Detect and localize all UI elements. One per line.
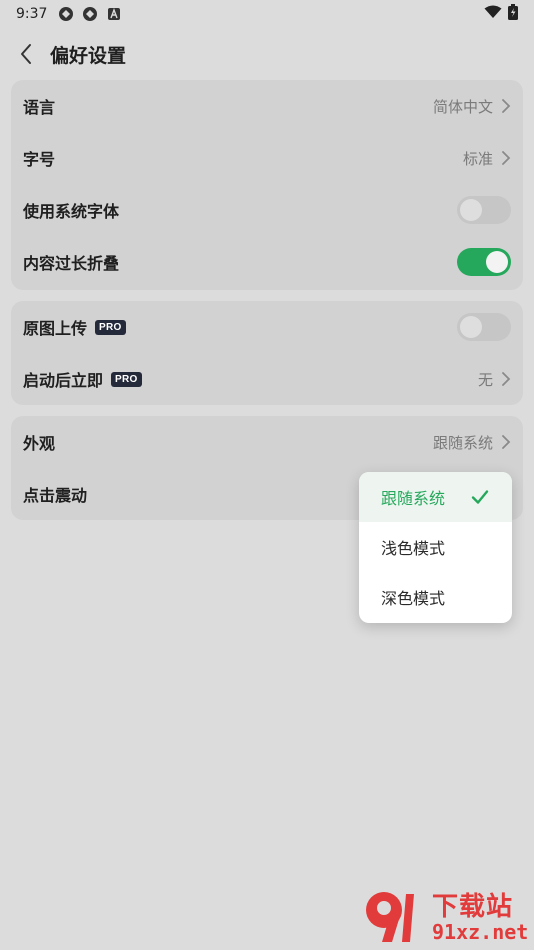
watermark: 下载站 91xz.net (362, 880, 534, 950)
system-font-label: 使用系统字体 (23, 202, 120, 221)
back-button[interactable] (14, 42, 38, 66)
watermark-url: 91xz.net (432, 920, 529, 944)
status-right-icons (484, 4, 518, 24)
check-icon (471, 490, 489, 504)
status-bar: 9:37 (0, 0, 534, 28)
app-icon (57, 5, 75, 23)
launch-after-value-wrap: 无 (478, 369, 511, 390)
app-header: 偏好设置 (0, 32, 534, 76)
launch-after-row[interactable]: 启动后立即 PRO 无 (11, 353, 523, 405)
toggle-knob (460, 316, 482, 338)
option-label: 浅色模式 (381, 539, 446, 558)
appearance-option-follow-system[interactable]: 跟随系统 (359, 472, 512, 522)
font-size-value: 标准 (462, 149, 493, 168)
chevron-right-icon (502, 99, 511, 113)
watermark-brand: 下载站 (432, 892, 514, 922)
appearance-menu: 跟随系统 浅色模式 深色模式 (359, 472, 512, 623)
font-size-label: 字号 (23, 150, 56, 169)
appearance-value-wrap: 跟随系统 (433, 432, 511, 453)
status-time: 9:37 (16, 6, 48, 22)
original-upload-row: 原图上传 PRO (11, 301, 523, 353)
font-size-value-wrap: 标准 (463, 148, 511, 169)
original-upload-label: 原图上传 (23, 319, 88, 338)
watermark-logo-icon (366, 892, 414, 942)
chevron-right-icon (502, 372, 511, 386)
app-icon (81, 5, 99, 23)
chevron-right-icon (502, 435, 511, 449)
language-value: 简体中文 (432, 97, 493, 116)
click-vibration-label: 点击震动 (23, 486, 88, 505)
fold-long-row: 内容过长折叠 (11, 236, 523, 288)
original-upload-label-wrap: 原图上传 PRO (23, 315, 126, 339)
notification-icon (105, 5, 123, 23)
battery-icon (508, 4, 518, 24)
fold-long-toggle[interactable] (457, 248, 511, 276)
settings-group-general: 语言 简体中文 字号 标准 使用系统字体 内容过长折叠 (11, 80, 523, 290)
appearance-option-dark[interactable]: 深色模式 (359, 572, 512, 622)
chevron-right-icon (502, 151, 511, 165)
launch-after-label-wrap: 启动后立即 PRO (23, 367, 142, 391)
wifi-icon (484, 5, 502, 23)
chevron-left-icon (21, 44, 31, 64)
appearance-option-light[interactable]: 浅色模式 (359, 522, 512, 572)
appearance-label: 外观 (23, 434, 56, 453)
launch-after-value: 无 (477, 370, 493, 389)
original-upload-toggle[interactable] (457, 313, 511, 341)
appearance-row[interactable]: 外观 跟随系统 (11, 416, 523, 468)
pro-badge: PRO (95, 319, 126, 335)
font-size-row[interactable]: 字号 标准 (11, 132, 523, 184)
pro-badge: PRO (111, 371, 142, 387)
launch-after-label: 启动后立即 (23, 371, 104, 390)
language-row[interactable]: 语言 简体中文 (11, 80, 523, 132)
system-font-toggle[interactable] (457, 196, 511, 224)
system-font-row: 使用系统字体 (11, 184, 523, 236)
language-label: 语言 (23, 98, 56, 117)
option-label: 深色模式 (381, 589, 446, 608)
toggle-knob (460, 199, 482, 221)
language-value-wrap: 简体中文 (433, 96, 511, 117)
fold-long-label: 内容过长折叠 (23, 254, 120, 273)
appearance-value: 跟随系统 (432, 433, 493, 452)
settings-group-pro: 原图上传 PRO 启动后立即 PRO 无 (11, 301, 523, 405)
option-label: 跟随系统 (381, 489, 446, 508)
toggle-knob (486, 251, 508, 273)
page-title: 偏好设置 (50, 44, 127, 67)
